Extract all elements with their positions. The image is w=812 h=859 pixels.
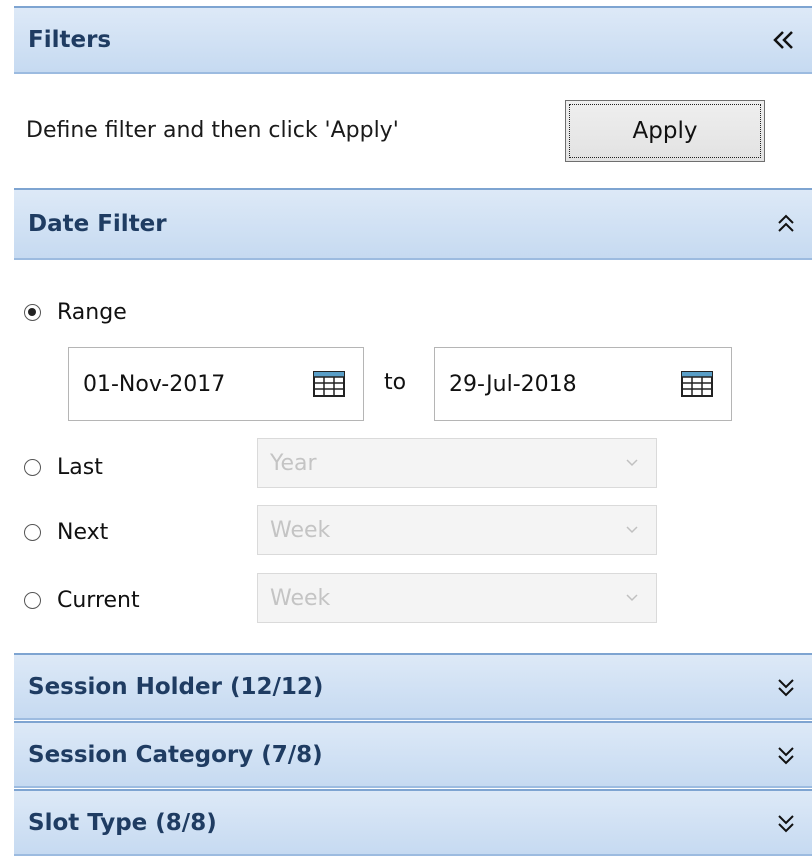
next-radio-option[interactable]: Next — [24, 520, 108, 545]
date-filter-title: Date Filter — [28, 211, 167, 237]
range-radio[interactable] — [24, 304, 41, 321]
section-title: Session Category (7/8) — [28, 741, 323, 768]
section-title: Slot Type (8/8) — [28, 809, 217, 836]
last-period-select[interactable]: Year — [257, 438, 657, 488]
filter-instructions: Define filter and then click 'Apply' — [26, 118, 399, 143]
current-radio[interactable] — [24, 592, 41, 609]
from-date-input[interactable]: 01-Nov-2017 — [68, 347, 364, 421]
to-date-input[interactable]: 29-Jul-2018 — [434, 347, 732, 421]
last-label: Last — [57, 455, 103, 480]
to-calendar-icon[interactable] — [681, 348, 713, 420]
apply-button-label: Apply — [569, 104, 761, 158]
next-radio[interactable] — [24, 524, 41, 541]
expand-section-icon[interactable] — [776, 791, 796, 854]
last-period-value: Year — [270, 450, 317, 476]
from-calendar-icon[interactable] — [313, 348, 345, 420]
expand-section-icon[interactable] — [776, 723, 796, 786]
current-label: Current — [57, 588, 140, 613]
range-label: Range — [57, 300, 127, 325]
current-period-value: Week — [270, 585, 331, 611]
section-session-category[interactable]: Session Category (7/8) — [14, 721, 812, 788]
expand-section-icon[interactable] — [776, 655, 796, 718]
chevron-down-icon — [626, 574, 638, 622]
filters-title: Filters — [28, 27, 112, 53]
chevron-down-icon — [626, 439, 638, 487]
next-period-select[interactable]: Week — [257, 505, 657, 555]
filters-header: Filters — [14, 6, 812, 74]
from-date-value: 01-Nov-2017 — [83, 371, 226, 397]
section-slot-type[interactable]: Slot Type (8/8) — [14, 789, 812, 856]
collapse-panel-icon[interactable] — [770, 8, 796, 72]
to-date-value: 29-Jul-2018 — [449, 371, 577, 397]
current-period-select[interactable]: Week — [257, 573, 657, 623]
chevron-down-icon — [626, 506, 638, 554]
last-radio-option[interactable]: Last — [24, 455, 103, 480]
next-period-value: Week — [270, 517, 331, 543]
date-filter-header[interactable]: Date Filter — [14, 188, 812, 260]
last-radio[interactable] — [24, 459, 41, 476]
section-title: Session Holder (12/12) — [28, 673, 324, 700]
section-session-holder[interactable]: Session Holder (12/12) — [14, 653, 812, 720]
to-label: to — [384, 370, 407, 395]
range-radio-option[interactable]: Range — [24, 300, 127, 325]
current-radio-option[interactable]: Current — [24, 588, 140, 613]
next-label: Next — [57, 520, 109, 545]
collapse-section-icon[interactable] — [776, 190, 796, 258]
apply-button[interactable]: Apply — [565, 100, 765, 162]
